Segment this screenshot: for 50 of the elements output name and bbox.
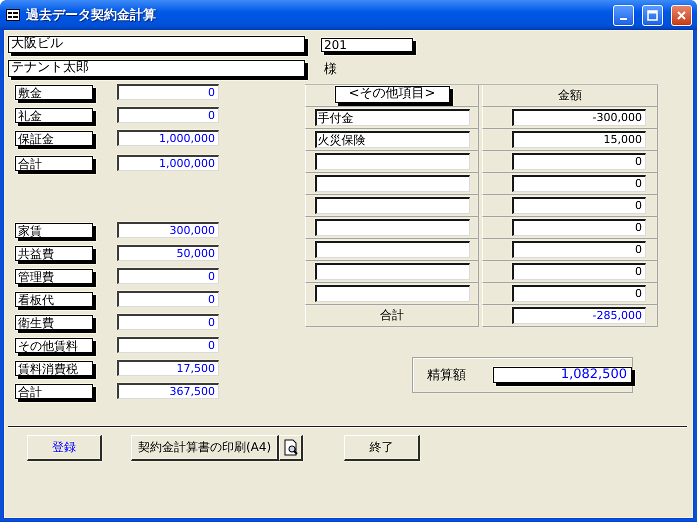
amount-field[interactable]: 0 <box>512 263 646 280</box>
amount-field[interactable]: 0 <box>512 285 646 302</box>
register-button[interactable]: 登録 <box>27 435 102 461</box>
total-label: 合計 <box>380 307 404 324</box>
maximize-icon <box>647 10 658 20</box>
amount-field[interactable]: 367,500 <box>117 383 219 399</box>
minimize-icon <box>620 18 627 20</box>
amount-field[interactable]: 0 <box>117 84 219 100</box>
amount-field[interactable]: 0 <box>512 153 646 170</box>
amount-field[interactable]: 15,000 <box>512 131 646 148</box>
print-button[interactable]: 契約金計算書の印刷(A4) <box>131 435 280 461</box>
amount-field[interactable]: 50,000 <box>117 245 219 261</box>
amount-field[interactable]: 0 <box>512 219 646 236</box>
amount-field[interactable]: 1,000,000 <box>117 155 219 171</box>
item-name-field[interactable]: 火災保険 <box>314 131 470 148</box>
item-name-field[interactable] <box>314 241 470 258</box>
item-name-field[interactable] <box>314 197 470 214</box>
form-icon <box>6 9 20 21</box>
amount-field[interactable]: 0 <box>512 241 646 258</box>
close-button[interactable] <box>671 4 692 26</box>
amount-field[interactable]: 0 <box>117 291 219 307</box>
amount-field[interactable]: 0 <box>117 268 219 284</box>
amount-field[interactable]: 17,500 <box>117 360 219 376</box>
close-icon <box>676 10 687 20</box>
amount-field[interactable]: 1,000,000 <box>117 130 219 146</box>
item-name-field[interactable] <box>314 219 470 236</box>
column-header: 金額 <box>558 87 582 104</box>
honorific-label: 様 <box>324 61 337 78</box>
amount-field[interactable]: 0 <box>512 175 646 192</box>
minimize-button[interactable] <box>613 4 634 26</box>
amount-field[interactable]: 0 <box>512 197 646 214</box>
settlement-label: 精算額 <box>427 367 467 384</box>
page-magnifier-icon <box>282 439 299 456</box>
item-name-field[interactable] <box>314 175 470 192</box>
amount-field[interactable]: 300,000 <box>117 222 219 238</box>
exit-button[interactable]: 終了 <box>344 435 420 461</box>
item-name-field[interactable]: 手付金 <box>314 109 470 126</box>
building-field[interactable]: 大阪ビル <box>8 36 305 53</box>
amount-field[interactable]: 0 <box>117 314 219 330</box>
item-name-field[interactable] <box>314 263 470 280</box>
total-field[interactable]: -285,000 <box>512 307 646 324</box>
amount-field[interactable]: 0 <box>117 337 219 353</box>
window-title: 過去データ契約金計算 <box>26 6 157 24</box>
item-name-field[interactable] <box>314 285 470 302</box>
amount-field[interactable]: 0 <box>117 107 219 123</box>
preview-button[interactable] <box>279 435 304 461</box>
settlement-field[interactable]: 1,082,500 <box>492 367 632 383</box>
maximize-button[interactable] <box>642 4 663 26</box>
item-name-field[interactable] <box>314 153 470 170</box>
amount-field[interactable]: -300,000 <box>512 109 646 126</box>
